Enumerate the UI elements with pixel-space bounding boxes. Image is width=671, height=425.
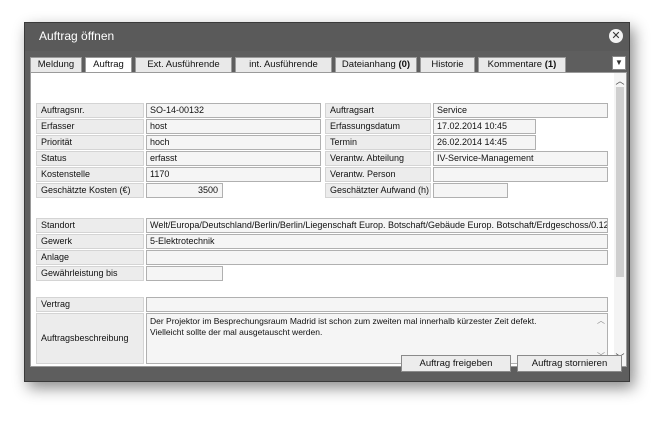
label-status: Status bbox=[36, 151, 144, 166]
erfassungsdatum-field[interactable]: 17.02.2014 10:45 bbox=[433, 119, 536, 134]
gewerk-field[interactable]: 5-Elektrotechnik bbox=[146, 234, 608, 249]
label-anlage: Anlage bbox=[36, 250, 144, 265]
label-abteilung: Verantw. Abteilung bbox=[325, 151, 431, 166]
label-kostenstelle: Kostenstelle bbox=[36, 167, 144, 182]
beschreibung-line-1: Der Projektor im Besprechungsraum Madrid… bbox=[150, 316, 537, 326]
erfasser-field[interactable]: host bbox=[146, 119, 321, 134]
tab-label: Meldung bbox=[37, 59, 75, 70]
label-erfassungsdatum: Erfassungsdatum bbox=[325, 119, 431, 134]
label-kosten: Geschätzte Kosten (€) bbox=[36, 183, 144, 198]
vertrag-field[interactable] bbox=[146, 297, 608, 312]
tab-label: Historie bbox=[431, 59, 464, 70]
tab-label: Dateianhang bbox=[341, 59, 399, 70]
tab-label: Auftrag bbox=[93, 59, 124, 70]
tab-kommentare[interactable]: Kommentare (1) bbox=[478, 57, 566, 72]
tab-bar: Meldung Auftrag Ext. Ausführende int. Au… bbox=[30, 57, 627, 72]
tab-int-ausfuehrende[interactable]: int. Ausführende bbox=[235, 57, 332, 72]
label-termin: Termin bbox=[325, 135, 431, 150]
standort-field[interactable]: Welt/Europa/Deutschland/Berlin/Berlin/Li… bbox=[146, 218, 608, 233]
status-field[interactable]: erfasst bbox=[146, 151, 321, 166]
label-beschreibung: Auftragsbeschreibung bbox=[36, 313, 144, 364]
window-title: Auftrag öffnen bbox=[39, 29, 115, 43]
title-bar[interactable]: Auftrag öffnen ✕ bbox=[25, 23, 629, 51]
tab-ext-ausfuehrende[interactable]: Ext. Ausführende bbox=[135, 57, 232, 72]
content-scrollbar[interactable]: ︿ ﹀ bbox=[614, 73, 626, 366]
auftrag-freigeben-button[interactable]: Auftrag freigeben bbox=[401, 355, 511, 372]
label-vertrag: Vertrag bbox=[36, 297, 144, 312]
prioritaet-field[interactable]: hoch bbox=[146, 135, 321, 150]
tab-label: int. Ausführende bbox=[249, 59, 318, 70]
tab-label: Ext. Ausführende bbox=[147, 59, 220, 70]
label-erfasser: Erfasser bbox=[36, 119, 144, 134]
kostenstelle-field[interactable]: 1170 bbox=[146, 167, 321, 182]
label-standort: Standort bbox=[36, 218, 144, 233]
tab-dateianhang[interactable]: Dateianhang (0) bbox=[335, 57, 417, 72]
tab-count: (0) bbox=[398, 59, 411, 70]
tab-content-auftrag: Auftragsnr. SO-14-00132 Erfasser host Pr… bbox=[30, 72, 627, 367]
tab-auftrag[interactable]: Auftrag bbox=[85, 57, 132, 72]
termin-field[interactable]: 26.02.2014 14:45 bbox=[433, 135, 536, 150]
tab-meldung[interactable]: Meldung bbox=[30, 57, 82, 72]
label-prioritaet: Priorität bbox=[36, 135, 144, 150]
label-auftragsnr: Auftragsnr. bbox=[36, 103, 144, 118]
label-gewaehrleistung: Gewährleistung bis bbox=[36, 266, 144, 281]
label-gewerk: Gewerk bbox=[36, 234, 144, 249]
anlage-field[interactable] bbox=[146, 250, 608, 265]
chevron-up-icon[interactable]: ︿ bbox=[614, 75, 626, 87]
label-auftragsart: Auftragsart bbox=[325, 103, 431, 118]
auftrag-stornieren-button[interactable]: Auftrag stornieren bbox=[517, 355, 622, 372]
dialog-auftrag-oeffnen: Auftrag öffnen ✕ Meldung Auftrag Ext. Au… bbox=[24, 22, 630, 382]
person-field[interactable] bbox=[433, 167, 608, 182]
beschreibung-line-2: Vielleicht sollte der mal ausgetauscht w… bbox=[150, 327, 323, 337]
auftragsnr-field[interactable]: SO-14-00132 bbox=[146, 103, 321, 118]
label-aufwand: Geschätzter Aufwand (h) bbox=[325, 183, 431, 198]
kosten-field[interactable]: 3500 bbox=[146, 183, 223, 198]
abteilung-field[interactable]: IV-Service-Management bbox=[433, 151, 608, 166]
tab-label: Kommentare bbox=[487, 59, 545, 70]
tab-count: (1) bbox=[544, 59, 557, 70]
chevron-down-icon[interactable]: ▼ bbox=[612, 56, 626, 70]
gewaehrleistung-field[interactable] bbox=[146, 266, 223, 281]
chevron-up-icon[interactable]: ︿ bbox=[596, 315, 606, 326]
aufwand-field[interactable] bbox=[433, 183, 508, 198]
close-icon[interactable]: ✕ bbox=[609, 29, 623, 43]
label-person: Verantw. Person bbox=[325, 167, 431, 182]
scrollbar-thumb[interactable] bbox=[616, 87, 624, 277]
auftragsart-field[interactable]: Service bbox=[433, 103, 608, 118]
tab-historie[interactable]: Historie bbox=[420, 57, 475, 72]
